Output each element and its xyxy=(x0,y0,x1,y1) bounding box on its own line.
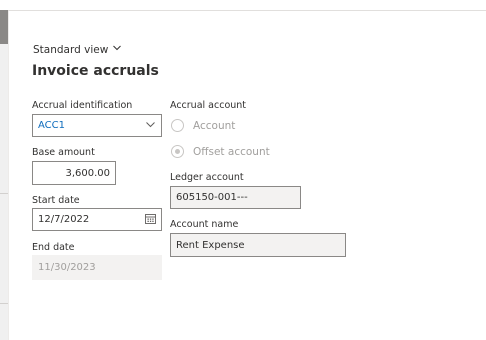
radio-offset-account[interactable]: Offset account xyxy=(171,145,270,158)
radio-circle[interactable] xyxy=(171,119,184,132)
radio-circle-selected[interactable] xyxy=(171,145,184,158)
radio-offset-account-label: Offset account xyxy=(193,145,270,158)
ledger-account-field[interactable]: 605150-001--- xyxy=(170,186,301,209)
start-date-input[interactable]: 12/7/2022 xyxy=(32,208,162,231)
page-title: Invoice accruals xyxy=(32,63,159,79)
accrual-identification-value: ACC1 xyxy=(38,120,65,131)
background-header-strip xyxy=(0,10,8,44)
view-selector-label: Standard view xyxy=(33,43,109,56)
top-bar xyxy=(0,0,486,11)
accrual-identification-dropdown[interactable]: ACC1 xyxy=(32,114,162,137)
calendar-icon[interactable] xyxy=(145,213,156,227)
background-divider xyxy=(0,303,8,304)
background-divider xyxy=(0,193,8,194)
base-amount-label: Base amount xyxy=(32,147,95,158)
ledger-account-value: 605150-001--- xyxy=(176,192,248,203)
radio-account-label: Account xyxy=(193,119,236,132)
start-date-label: Start date xyxy=(32,195,80,206)
base-amount-value: 3,600.00 xyxy=(65,167,110,179)
background-page-edge xyxy=(0,10,8,340)
chevron-down-icon xyxy=(112,43,122,56)
accrual-account-label: Accrual account xyxy=(170,100,247,111)
account-name-value: Rent Expense xyxy=(176,239,245,251)
accrual-identification-label: Accrual identification xyxy=(32,100,133,111)
end-date-value: 11/30/2023 xyxy=(38,262,96,273)
end-date-label: End date xyxy=(32,242,75,253)
base-amount-input[interactable]: 3,600.00 xyxy=(32,161,116,185)
account-name-label: Account name xyxy=(170,219,239,230)
radio-account[interactable]: Account xyxy=(171,119,235,132)
end-date-input: 11/30/2023 xyxy=(32,255,162,280)
account-name-field[interactable]: Rent Expense xyxy=(170,233,346,257)
start-date-value: 12/7/2022 xyxy=(38,214,90,225)
invoice-accruals-panel: Standard view Invoice accruals Accrual i… xyxy=(8,11,486,340)
ledger-account-label: Ledger account xyxy=(170,172,244,183)
view-selector[interactable]: Standard view xyxy=(33,43,122,56)
chevron-down-icon[interactable] xyxy=(145,119,156,133)
